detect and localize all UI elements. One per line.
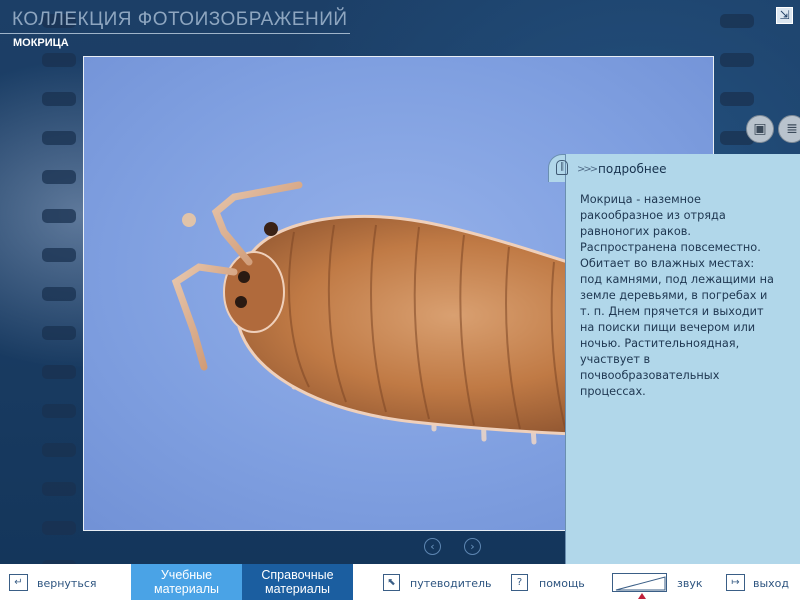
- info-line: т. п. Днем прячется и выходит: [580, 305, 764, 318]
- film-hole: [42, 443, 76, 457]
- film-hole: [720, 14, 754, 28]
- info-line: Обитает во влажных местах:: [580, 257, 755, 270]
- document-icon[interactable]: ≣: [778, 115, 800, 143]
- info-line: почвообразовательных: [580, 369, 720, 382]
- exit-icon[interactable]: ↦: [726, 574, 745, 591]
- volume-ramp: [615, 576, 666, 591]
- info-line: Мокрица - наземное: [580, 193, 701, 206]
- tab-study-materials[interactable]: Учебные материалы: [131, 564, 242, 600]
- exit-link[interactable]: выход: [753, 577, 789, 590]
- title-divider: [0, 33, 350, 34]
- tab-reference-materials[interactable]: Справочные материалы: [242, 564, 353, 600]
- info-line: Распространена повсеместно.: [580, 241, 761, 254]
- info-line: ночью. Растительноядная,: [580, 337, 740, 350]
- info-description: Мокрица - наземное ракообразное из отряда…: [580, 192, 780, 400]
- film-strip-left: [42, 0, 76, 564]
- info-line: земле деревьями, в погребах и: [580, 289, 768, 302]
- film-hole: [720, 53, 754, 67]
- collapse-arrow-icon[interactable]: ⇲: [776, 7, 793, 24]
- tab-study-line1: Учебные: [160, 568, 213, 582]
- photo-subtitle: МОКРИЦА: [13, 37, 69, 49]
- info-line: равноногих раков.: [580, 225, 691, 238]
- film-hole: [42, 248, 76, 262]
- volume-slider[interactable]: [612, 573, 667, 592]
- tab-ref-line1: Справочные: [261, 568, 334, 582]
- film-hole: [42, 92, 76, 106]
- chevrons-icon: >>>: [577, 164, 598, 175]
- back-link[interactable]: вернуться: [37, 577, 97, 590]
- tab-ref-line2: материалы: [265, 582, 330, 596]
- paperclip-icon: ∥: [556, 160, 568, 175]
- film-hole: [42, 326, 76, 340]
- film-hole: [42, 482, 76, 496]
- page-title: КОЛЛЕКЦИЯ ФОТОИЗОБРАЖЕНИЙ: [12, 9, 348, 30]
- info-line: на поиски пищи вечером или: [580, 321, 756, 334]
- film-hole: [42, 521, 76, 535]
- cursor-icon[interactable]: ⬉: [383, 574, 400, 591]
- info-line: процессах.: [580, 385, 646, 398]
- film-hole: [42, 170, 76, 184]
- back-arrow-icon[interactable]: ↵: [9, 574, 28, 591]
- film-hole: [42, 404, 76, 418]
- guide-link[interactable]: путеводитель: [410, 577, 492, 590]
- help-icon[interactable]: ?: [511, 574, 528, 591]
- film-hole: [42, 287, 76, 301]
- film-hole: [42, 131, 76, 145]
- info-line: под камнями, под лежащими на: [580, 273, 774, 286]
- info-line: ракообразное из отряда: [580, 209, 726, 222]
- film-hole: [42, 365, 76, 379]
- sound-label: звук: [677, 577, 703, 590]
- film-hole: [720, 92, 754, 106]
- briefcase-icon[interactable]: ▣: [746, 115, 774, 143]
- chevron-right-icon[interactable]: ›: [464, 538, 481, 555]
- info-line: участвует в: [580, 353, 651, 366]
- info-heading: подробнее: [598, 162, 667, 176]
- film-hole: [42, 53, 76, 67]
- film-hole: [42, 209, 76, 223]
- tab-study-line2: материалы: [154, 582, 219, 596]
- volume-marker[interactable]: [638, 593, 646, 599]
- help-link[interactable]: помощь: [539, 577, 585, 590]
- chevron-left-icon[interactable]: ‹: [424, 538, 441, 555]
